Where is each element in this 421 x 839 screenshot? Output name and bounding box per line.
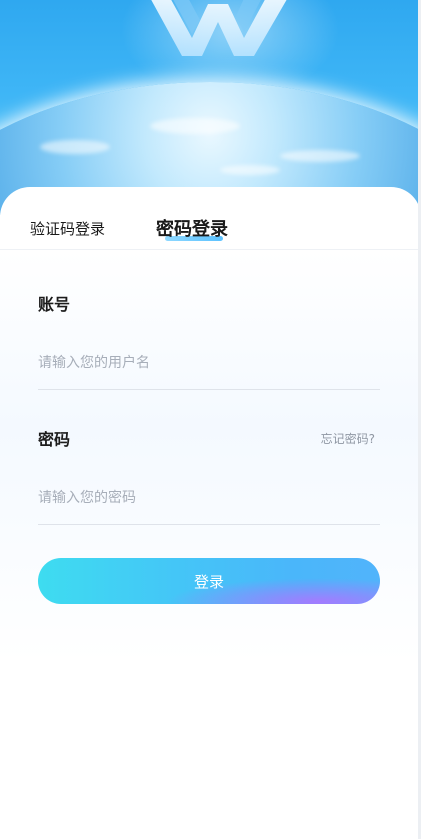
account-label: 账号 xyxy=(38,295,71,314)
tab-password-login[interactable]: 密码登录 xyxy=(156,215,228,241)
cloud xyxy=(150,118,240,134)
password-input[interactable] xyxy=(38,482,380,525)
app-logo xyxy=(151,0,287,56)
cloud xyxy=(280,150,360,162)
cloud xyxy=(40,140,110,154)
header-banner xyxy=(0,0,421,215)
forgot-password-link[interactable]: 忘记密码? xyxy=(321,430,375,447)
password-label: 密码 xyxy=(38,430,71,449)
login-tabs: 验证码登录 密码登录 xyxy=(0,187,421,250)
login-form: 账号 密码 忘记密码? 登录 xyxy=(0,250,421,839)
login-panel: 验证码登录 密码登录 账号 密码 忘记密码? 登录 xyxy=(0,187,421,839)
cloud xyxy=(220,165,280,175)
username-input[interactable] xyxy=(38,347,380,390)
tab-sms-login[interactable]: 验证码登录 xyxy=(30,218,105,239)
login-button[interactable]: 登录 xyxy=(38,558,380,604)
